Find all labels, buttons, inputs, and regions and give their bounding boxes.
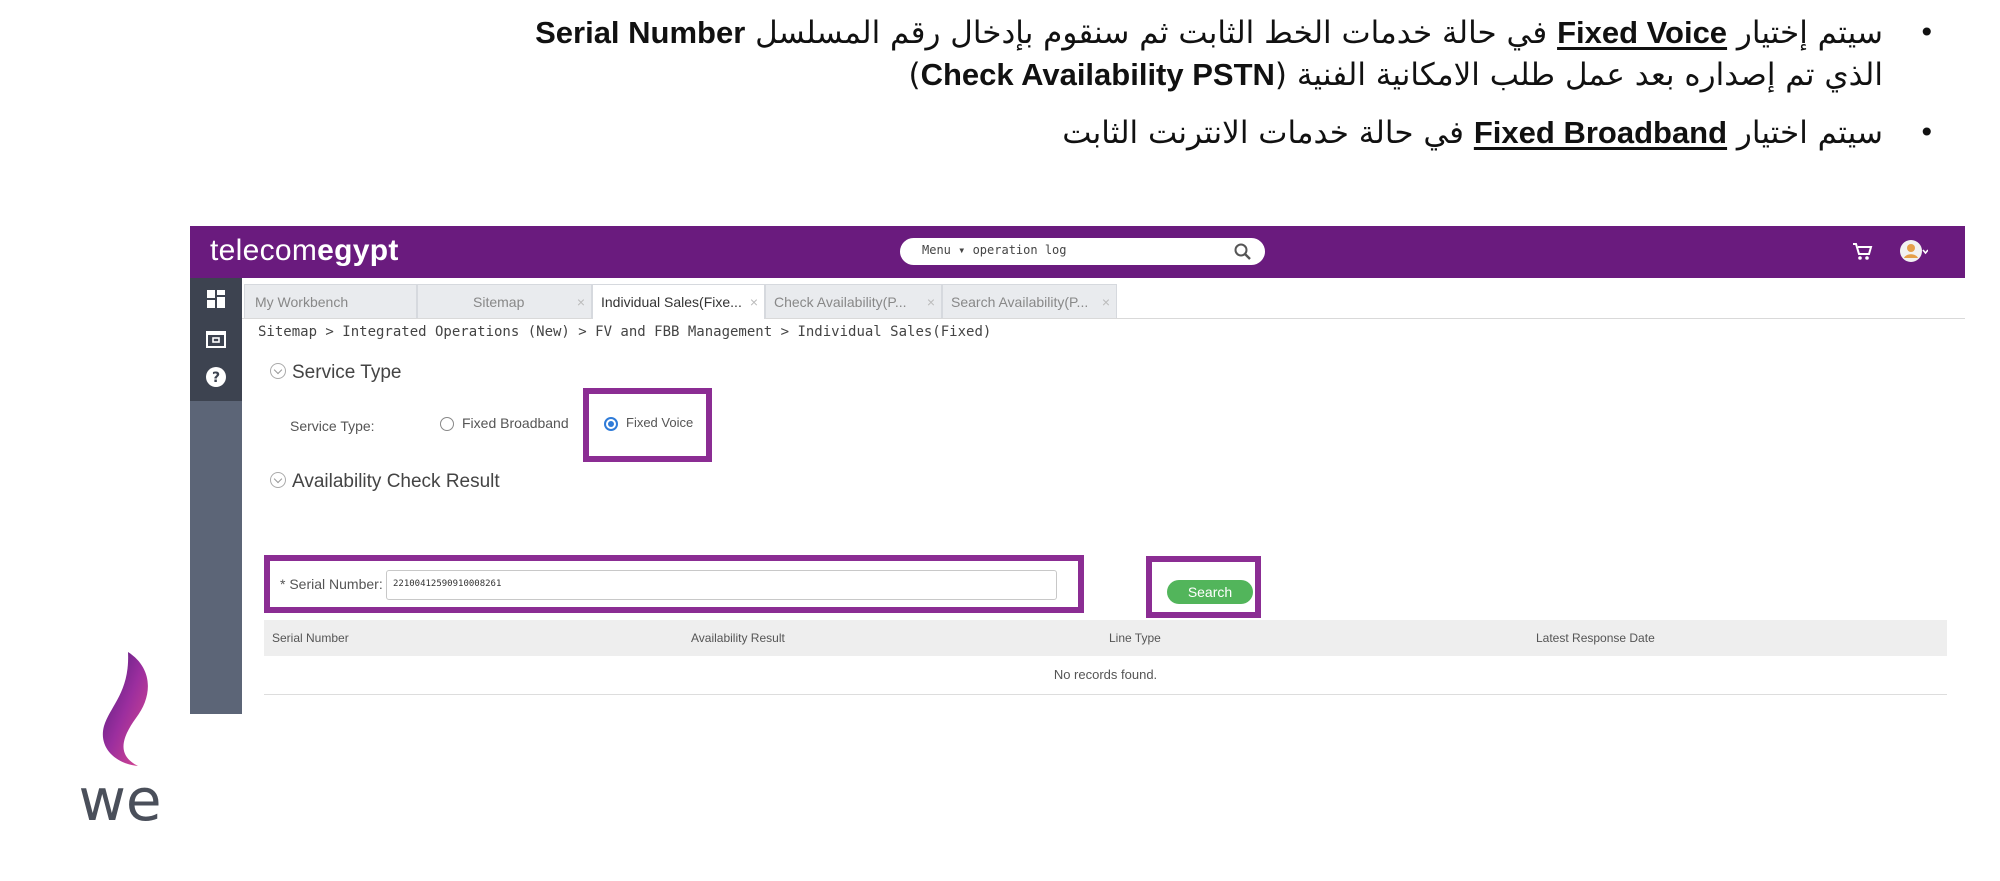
close-icon[interactable]: × <box>577 285 585 318</box>
col-availability-result: Availability Result <box>691 631 785 645</box>
menu-search-text: Menu ▾ operation log <box>922 243 1067 257</box>
bullet1-text-d: ) <box>908 57 921 93</box>
close-icon[interactable]: × <box>927 285 935 318</box>
bullet2-fixed-broadband-term: Fixed Broadband <box>1473 115 1728 150</box>
side-nav: ? <box>190 278 242 714</box>
fixed-broadband-label[interactable]: Fixed Broadband <box>462 415 569 431</box>
tab-label: Sitemap <box>473 294 525 310</box>
tab-search-availability[interactable]: Search Availability(P... × <box>942 284 1117 318</box>
tab-label: Search Availability(P... <box>951 294 1089 310</box>
user-avatar-icon[interactable] <box>1898 236 1928 266</box>
tab-label: Individual Sales(Fixe... <box>601 294 742 310</box>
fixed-broadband-radio[interactable] <box>440 417 454 431</box>
menu-search-box[interactable]: Menu ▾ operation log <box>900 238 1265 265</box>
tab-label: Check Availability(P... <box>774 294 907 310</box>
col-serial-number: Serial Number <box>272 631 349 645</box>
service-type-section-title[interactable]: Service Type <box>270 362 401 384</box>
brand-light: telecom <box>210 234 318 267</box>
chevron-down-icon[interactable] <box>270 362 286 379</box>
brand-bold: egypt <box>317 234 399 267</box>
bullet1-fixed-voice-term: Fixed Voice <box>1557 15 1728 50</box>
availability-section-title[interactable]: Availability Check Result <box>270 471 500 493</box>
col-line-type: Line Type <box>1109 631 1161 645</box>
bullet1-serial-number-term: Serial Number <box>535 15 746 50</box>
tab-check-availability[interactable]: Check Availability(P... × <box>765 284 942 318</box>
search-icon[interactable] <box>1233 242 1253 262</box>
we-logo: we <box>78 652 162 828</box>
bullet1-text-b: في حالة خدمات الخط الثابت ثم سنقوم بإدخا… <box>745 15 1558 51</box>
serial-number-input[interactable]: 22100412590910008261 <box>386 570 1057 600</box>
col-latest-response-date: Latest Response Date <box>1536 631 1655 645</box>
tab-label: My Workbench <box>255 294 349 310</box>
service-type-label: Service Type: <box>290 418 375 434</box>
svg-text:?: ? <box>212 370 220 386</box>
no-records-message: No records found. <box>264 656 1947 695</box>
cart-icon[interactable] <box>1850 239 1874 263</box>
chevron-down-icon[interactable] <box>270 471 286 488</box>
search-button[interactable]: Search <box>1167 580 1253 604</box>
fixed-voice-label[interactable]: Fixed Voice <box>626 415 693 430</box>
tab-sitemap[interactable]: Sitemap × <box>417 284 592 318</box>
help-icon[interactable]: ? <box>203 364 229 390</box>
top-bar: telecomegypt Menu ▾ operation log <box>190 226 1965 278</box>
close-icon[interactable]: × <box>750 285 758 319</box>
serial-number-label: * Serial Number: <box>280 576 383 592</box>
we-logo-text: we <box>78 766 161 828</box>
inbox-icon[interactable] <box>203 326 229 352</box>
main-content: My Workbench Sitemap × Individual Sales(… <box>242 278 1965 714</box>
crm-screenshot: telecomegypt Menu ▾ operation log ? My W… <box>190 226 1965 714</box>
instruction-bullet-fixed-broadband: سيتم اختيار Fixed Broadband في حالة خدما… <box>200 112 1935 154</box>
bullet1-text-a: سيتم إختيار <box>1727 15 1883 51</box>
bullet1-check-availability-term: Check Availability PSTN <box>920 57 1275 92</box>
bullet1-text-c: الذي تم إصداره بعد عمل طلب الامكانية الف… <box>1274 57 1883 93</box>
dashboard-icon[interactable] <box>203 286 229 312</box>
fixed-voice-radio[interactable] <box>604 417 618 431</box>
section-title-text: Availability Check Result <box>292 471 500 492</box>
bullet2-text-a: سيتم اختيار <box>1727 115 1883 151</box>
tab-individual-sales[interactable]: Individual Sales(Fixe... × <box>592 284 765 319</box>
bullet2-text-b: في حالة خدمات الانترنت الثابت <box>1062 115 1474 151</box>
instruction-bullets: سيتم إختيار Fixed Voice في حالة خدمات ال… <box>200 12 1935 154</box>
telecomegypt-logo: telecomegypt <box>210 234 399 268</box>
instruction-bullet-fixed-voice: سيتم إختيار Fixed Voice في حالة خدمات ال… <box>200 12 1935 96</box>
section-title-text: Service Type <box>292 362 402 383</box>
close-icon[interactable]: × <box>1102 285 1110 318</box>
tab-strip: My Workbench Sitemap × Individual Sales(… <box>242 284 1965 319</box>
results-table-header: Serial Number Availability Result Line T… <box>264 620 1947 656</box>
tab-my-workbench[interactable]: My Workbench <box>244 284 417 318</box>
breadcrumb: Sitemap > Integrated Operations (New) > … <box>258 324 992 340</box>
